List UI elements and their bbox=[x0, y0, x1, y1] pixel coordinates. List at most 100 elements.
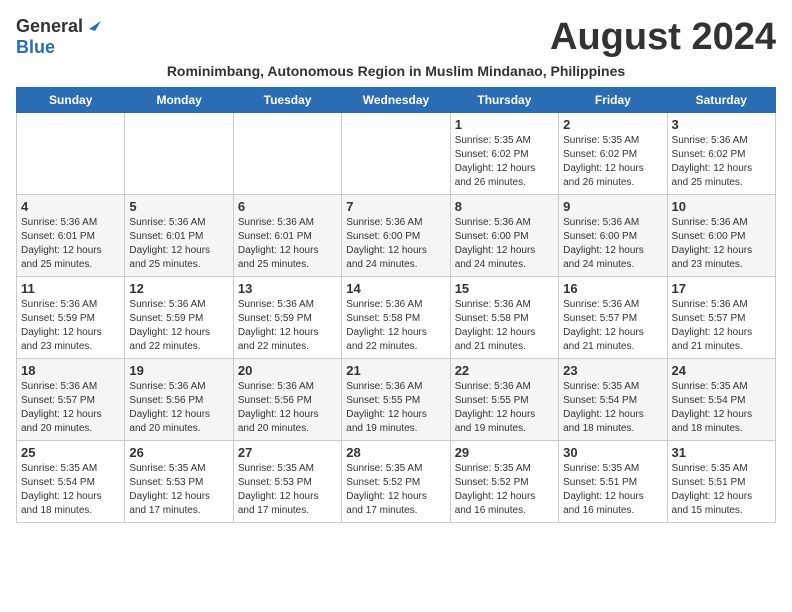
day-info: Sunrise: 5:36 AMSunset: 5:59 PMDaylight:… bbox=[129, 298, 228, 354]
day-info: Sunrise: 5:36 AMSunset: 5:59 PMDaylight:… bbox=[238, 298, 337, 354]
day-info: Sunrise: 5:36 AMSunset: 5:57 PMDaylight:… bbox=[563, 298, 662, 354]
col-monday: Monday bbox=[125, 88, 233, 113]
calendar-week-row: 11 Sunrise: 5:36 AMSunset: 5:59 PMDayligh… bbox=[17, 277, 776, 359]
col-sunday: Sunday bbox=[17, 88, 125, 113]
table-row: 29 Sunrise: 5:35 AMSunset: 5:52 PMDayligh… bbox=[450, 441, 558, 523]
table-row bbox=[17, 113, 125, 195]
day-number: 20 bbox=[238, 363, 337, 378]
day-number: 12 bbox=[129, 281, 228, 296]
day-number: 28 bbox=[346, 445, 445, 460]
table-row bbox=[125, 113, 233, 195]
day-info: Sunrise: 5:35 AMSunset: 5:54 PMDaylight:… bbox=[563, 380, 662, 436]
table-row: 30 Sunrise: 5:35 AMSunset: 5:51 PMDayligh… bbox=[559, 441, 667, 523]
calendar-week-row: 18 Sunrise: 5:36 AMSunset: 5:57 PMDayligh… bbox=[17, 359, 776, 441]
calendar-subtitle: Rominimbang, Autonomous Region in Muslim… bbox=[16, 63, 776, 79]
day-number: 31 bbox=[672, 445, 771, 460]
col-friday: Friday bbox=[559, 88, 667, 113]
table-row: 6 Sunrise: 5:36 AMSunset: 6:01 PMDaylight… bbox=[233, 195, 341, 277]
day-number: 11 bbox=[21, 281, 120, 296]
day-info: Sunrise: 5:35 AMSunset: 6:02 PMDaylight:… bbox=[563, 134, 662, 190]
day-info: Sunrise: 5:35 AMSunset: 5:54 PMDaylight:… bbox=[672, 380, 771, 436]
day-info: Sunrise: 5:36 AMSunset: 5:58 PMDaylight:… bbox=[455, 298, 554, 354]
table-row: 5 Sunrise: 5:36 AMSunset: 6:01 PMDaylight… bbox=[125, 195, 233, 277]
day-number: 3 bbox=[672, 117, 771, 132]
day-info: Sunrise: 5:36 AMSunset: 5:55 PMDaylight:… bbox=[455, 380, 554, 436]
calendar-week-row: 4 Sunrise: 5:36 AMSunset: 6:01 PMDaylight… bbox=[17, 195, 776, 277]
table-row: 10Sunrise: 5:36 AMSunset: 6:00 PMDayligh… bbox=[667, 195, 775, 277]
day-number: 26 bbox=[129, 445, 228, 460]
table-row: 19Sunrise: 5:36 AMSunset: 5:56 PMDayligh… bbox=[125, 359, 233, 441]
day-number: 18 bbox=[21, 363, 120, 378]
day-info: Sunrise: 5:36 AMSunset: 6:01 PMDaylight:… bbox=[238, 216, 337, 272]
day-info: Sunrise: 5:36 AMSunset: 6:01 PMDaylight:… bbox=[129, 216, 228, 272]
day-number: 19 bbox=[129, 363, 228, 378]
table-row: 17 Sunrise: 5:36 AMSunset: 5:57 PMDayligh… bbox=[667, 277, 775, 359]
table-row: 21Sunrise: 5:36 AMSunset: 5:55 PMDayligh… bbox=[342, 359, 450, 441]
table-row: 22 Sunrise: 5:36 AMSunset: 5:55 PMDayligh… bbox=[450, 359, 558, 441]
calendar-week-row: 1 Sunrise: 5:35 AMSunset: 6:02 PMDaylight… bbox=[17, 113, 776, 195]
day-info: Sunrise: 5:36 AMSunset: 5:55 PMDaylight:… bbox=[346, 380, 445, 436]
logo: General Blue bbox=[16, 16, 101, 58]
day-info: Sunrise: 5:35 AMSunset: 5:52 PMDaylight:… bbox=[455, 462, 554, 518]
day-info: Sunrise: 5:36 AMSunset: 5:58 PMDaylight:… bbox=[346, 298, 445, 354]
day-number: 5 bbox=[129, 199, 228, 214]
day-number: 23 bbox=[563, 363, 662, 378]
day-number: 6 bbox=[238, 199, 337, 214]
day-info: Sunrise: 5:36 AMSunset: 6:00 PMDaylight:… bbox=[346, 216, 445, 272]
day-number: 2 bbox=[563, 117, 662, 132]
table-row: 15Sunrise: 5:36 AMSunset: 5:58 PMDayligh… bbox=[450, 277, 558, 359]
day-number: 8 bbox=[455, 199, 554, 214]
day-info: Sunrise: 5:35 AMSunset: 5:51 PMDaylight:… bbox=[672, 462, 771, 518]
day-number: 14 bbox=[346, 281, 445, 296]
table-row: 31 Sunrise: 5:35 AMSunset: 5:51 PMDayligh… bbox=[667, 441, 775, 523]
day-info: Sunrise: 5:36 AMSunset: 6:01 PMDaylight:… bbox=[21, 216, 120, 272]
day-number: 30 bbox=[563, 445, 662, 460]
table-row bbox=[233, 113, 341, 195]
table-row: 16 Sunrise: 5:36 AMSunset: 5:57 PMDayligh… bbox=[559, 277, 667, 359]
table-row: 1 Sunrise: 5:35 AMSunset: 6:02 PMDaylight… bbox=[450, 113, 558, 195]
col-thursday: Thursday bbox=[450, 88, 558, 113]
table-row: 12 Sunrise: 5:36 AMSunset: 5:59 PMDayligh… bbox=[125, 277, 233, 359]
logo-bird-icon bbox=[85, 17, 101, 33]
table-row: 27 Sunrise: 5:35 AMSunset: 5:53 PMDayligh… bbox=[233, 441, 341, 523]
day-number: 10 bbox=[672, 199, 771, 214]
day-number: 7 bbox=[346, 199, 445, 214]
day-number: 9 bbox=[563, 199, 662, 214]
logo-general-text: General bbox=[16, 16, 83, 37]
table-row: 3 Sunrise: 5:36 AMSunset: 6:02 PMDaylight… bbox=[667, 113, 775, 195]
table-row: 20 Sunrise: 5:36 AMSunset: 5:56 PMDayligh… bbox=[233, 359, 341, 441]
calendar-week-row: 25Sunrise: 5:35 AMSunset: 5:54 PMDayligh… bbox=[17, 441, 776, 523]
day-number: 25 bbox=[21, 445, 120, 460]
day-info: Sunrise: 5:35 AMSunset: 5:51 PMDaylight:… bbox=[563, 462, 662, 518]
day-info: Sunrise: 5:36 AMSunset: 5:57 PMDaylight:… bbox=[672, 298, 771, 354]
col-saturday: Saturday bbox=[667, 88, 775, 113]
day-number: 27 bbox=[238, 445, 337, 460]
day-number: 16 bbox=[563, 281, 662, 296]
col-tuesday: Tuesday bbox=[233, 88, 341, 113]
day-info: Sunrise: 5:36 AMSunset: 6:02 PMDaylight:… bbox=[672, 134, 771, 190]
day-number: 29 bbox=[455, 445, 554, 460]
table-row: 7 Sunrise: 5:36 AMSunset: 6:00 PMDaylight… bbox=[342, 195, 450, 277]
day-number: 24 bbox=[672, 363, 771, 378]
table-row: 18 Sunrise: 5:36 AMSunset: 5:57 PMDayligh… bbox=[17, 359, 125, 441]
day-info: Sunrise: 5:36 AMSunset: 5:59 PMDaylight:… bbox=[21, 298, 120, 354]
table-row: 25Sunrise: 5:35 AMSunset: 5:54 PMDayligh… bbox=[17, 441, 125, 523]
day-info: Sunrise: 5:36 AMSunset: 5:56 PMDaylight:… bbox=[238, 380, 337, 436]
day-info: Sunrise: 5:36 AMSunset: 6:00 PMDaylight:… bbox=[563, 216, 662, 272]
day-info: Sunrise: 5:35 AMSunset: 6:02 PMDaylight:… bbox=[455, 134, 554, 190]
calendar-header-row: Sunday Monday Tuesday Wednesday Thursday… bbox=[17, 88, 776, 113]
day-number: 13 bbox=[238, 281, 337, 296]
day-number: 22 bbox=[455, 363, 554, 378]
day-number: 4 bbox=[21, 199, 120, 214]
table-row: 9 Sunrise: 5:36 AMSunset: 6:00 PMDaylight… bbox=[559, 195, 667, 277]
day-number: 17 bbox=[672, 281, 771, 296]
table-row: 4 Sunrise: 5:36 AMSunset: 6:01 PMDaylight… bbox=[17, 195, 125, 277]
day-info: Sunrise: 5:35 AMSunset: 5:53 PMDaylight:… bbox=[238, 462, 337, 518]
day-info: Sunrise: 5:36 AMSunset: 5:57 PMDaylight:… bbox=[21, 380, 120, 436]
day-number: 1 bbox=[455, 117, 554, 132]
table-row bbox=[342, 113, 450, 195]
day-info: Sunrise: 5:35 AMSunset: 5:53 PMDaylight:… bbox=[129, 462, 228, 518]
table-row: 24 Sunrise: 5:35 AMSunset: 5:54 PMDayligh… bbox=[667, 359, 775, 441]
calendar-table: Sunday Monday Tuesday Wednesday Thursday… bbox=[16, 87, 776, 523]
table-row: 14 Sunrise: 5:36 AMSunset: 5:58 PMDayligh… bbox=[342, 277, 450, 359]
